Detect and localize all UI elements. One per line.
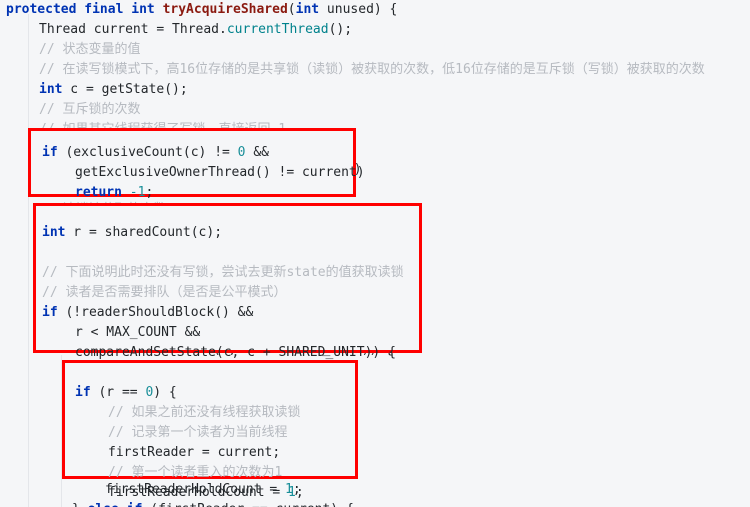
- code-screenshot: protected final int tryAcquireShared(int…: [0, 0, 750, 507]
- code-token-cmt: // 记录第一个读者为当前线程: [105, 422, 285, 437]
- code-token-plain: unused) {: [319, 2, 398, 17]
- code-token-kw: if: [39, 142, 55, 157]
- code-token-kw: int: [131, 2, 155, 17]
- code-line[interactable]: firstReaderHoldCount = 1;: [0, 480, 750, 500]
- code-token-cmt: // 如果其它线程获得了写锁，直接返回-1: [39, 122, 287, 137]
- code-token-cmt: // 下面说明此时还没有写锁，尝试去更新state的值获取读锁: [39, 262, 401, 277]
- code-line[interactable]: getExclusiveOwnerThread() != current): [0, 160, 750, 180]
- code-token-plain: c = getState();: [62, 82, 188, 97]
- code-line[interactable]: compareAndSetState(c, c + SHARED_UNIT)) …: [0, 340, 750, 360]
- code-token-cmt: // 读者是否需要排队（是否是公平模式）: [39, 282, 284, 297]
- code-line[interactable]: // 下面说明此时还没有写锁，尝试去更新state的值获取读锁: [0, 260, 750, 280]
- code-token-kw: return: [72, 182, 119, 197]
- code-editor-viewport[interactable]: protected final int tryAcquireShared(int…: [0, 0, 750, 507]
- code-line[interactable]: // 第一个读者重入的次数为1: [0, 460, 750, 480]
- code-line[interactable]: if (exclusiveCount(c) != 0 &&: [0, 140, 750, 160]
- code-line[interactable]: // 状态变量的值: [0, 40, 750, 60]
- code-line[interactable]: // 读锁被获取的次数: [0, 200, 750, 220]
- code-token-plain: firstReader = current;: [105, 442, 278, 457]
- code-token-plain: getExclusiveOwnerThread() != current): [72, 162, 362, 177]
- code-line[interactable]: // 如果之前还没有线程获取读锁: [0, 400, 750, 420]
- code-token-plain: r = sharedCount(c);: [62, 222, 220, 237]
- code-line[interactable]: int c = getState();: [0, 80, 750, 100]
- code-token-cmt: // 如果之前还没有线程获取读锁: [105, 402, 298, 417]
- code-token-kw: protected: [6, 2, 77, 17]
- code-token-plain: r < MAX_COUNT &&: [72, 322, 198, 337]
- code-line[interactable]: if (r == 0) {: [0, 380, 750, 400]
- code-token-kw: final: [84, 2, 124, 17]
- code-token-plain: compareAndSetState(c, c + SHARED_UNIT)) …: [72, 342, 393, 357]
- code-token-plain: &&: [242, 142, 266, 157]
- code-token-fn: tryAcquireShared: [162, 2, 288, 17]
- code-token-plain: ) {: [150, 382, 174, 397]
- code-token-plain: (!readerShouldBlock() &&: [54, 302, 251, 317]
- code-line[interactable]: // 互斥锁的次数: [0, 100, 750, 120]
- code-line[interactable]: r < MAX_COUNT &&: [0, 320, 750, 340]
- code-token-cmt: // 读锁被获取的次数: [39, 202, 167, 217]
- code-token-cmt: // 获取读锁成功: [72, 362, 174, 377]
- code-token-kw: int: [39, 222, 63, 237]
- code-line[interactable]: if (!readerShouldBlock() &&: [0, 300, 750, 320]
- code-line[interactable]: [0, 240, 750, 260]
- code-token-num: -1: [126, 182, 143, 197]
- code-line[interactable]: // 记录第一个读者为当前线程: [0, 420, 750, 440]
- code-token-kw: if: [127, 502, 143, 507]
- code-token-plain: ;: [292, 482, 301, 497]
- code-token-num: 1: [285, 482, 293, 497]
- code-token-kw: int: [39, 82, 63, 97]
- code-token-meth: currentThread: [226, 22, 329, 37]
- code-token-kw: else: [88, 502, 119, 507]
- code-line[interactable]: // 如果其它线程获得了写锁，直接返回-1: [0, 120, 750, 140]
- code-lines-container: protected final int tryAcquireShared(int…: [0, 0, 750, 507]
- code-token-plain: (firstReader == current) {: [142, 502, 354, 507]
- code-token-cmt: // 在读写锁模式下，高16位存储的是共享锁（读锁）被获取的次数，低16位存储的…: [39, 62, 705, 77]
- code-line[interactable]: // 读者是否需要排队（是否是公平模式）: [0, 280, 750, 300]
- code-line[interactable]: protected final int tryAcquireShared(int…: [0, 0, 750, 20]
- code-token-kw: if: [72, 382, 88, 397]
- code-token-cmt: // 状态变量的值: [39, 42, 141, 57]
- code-line[interactable]: } else if (firstReader == current) {: [0, 500, 750, 507]
- code-token-plain: (r ==: [87, 382, 143, 397]
- code-token-plain: }: [72, 502, 88, 507]
- indent-guide: [61, 355, 62, 507]
- code-line[interactable]: // 在读写锁模式下，高16位存储的是共享锁（读锁）被获取的次数，低16位存储的…: [0, 60, 750, 80]
- code-token-plain: ();: [328, 22, 353, 37]
- code-line[interactable]: Thread current = Thread.currentThread();: [0, 20, 750, 40]
- code-token-num: 0: [234, 142, 243, 157]
- code-token-kw: if: [39, 302, 55, 317]
- code-token-plain: (: [287, 2, 296, 17]
- code-line[interactable]: return -1;: [0, 180, 750, 200]
- code-token-plain: ;: [142, 182, 151, 197]
- indent-guide: [28, 14, 29, 507]
- code-token-plain: Thread current = Thread.: [39, 22, 227, 37]
- code-token-cmt: // 第一个读者重入的次数为1: [105, 462, 280, 477]
- code-token-kw: int: [295, 2, 320, 17]
- code-token-plain: (exclusiveCount(c) !=: [54, 142, 235, 157]
- code-token-cmt: // 互斥锁的次数: [39, 102, 141, 117]
- code-line[interactable]: // 获取读锁成功: [0, 360, 750, 380]
- code-token-plain: firstReaderHoldCount =: [105, 482, 286, 497]
- code-line[interactable]: int r = sharedCount(c);: [0, 220, 750, 240]
- code-line[interactable]: firstReader = current;: [0, 440, 750, 460]
